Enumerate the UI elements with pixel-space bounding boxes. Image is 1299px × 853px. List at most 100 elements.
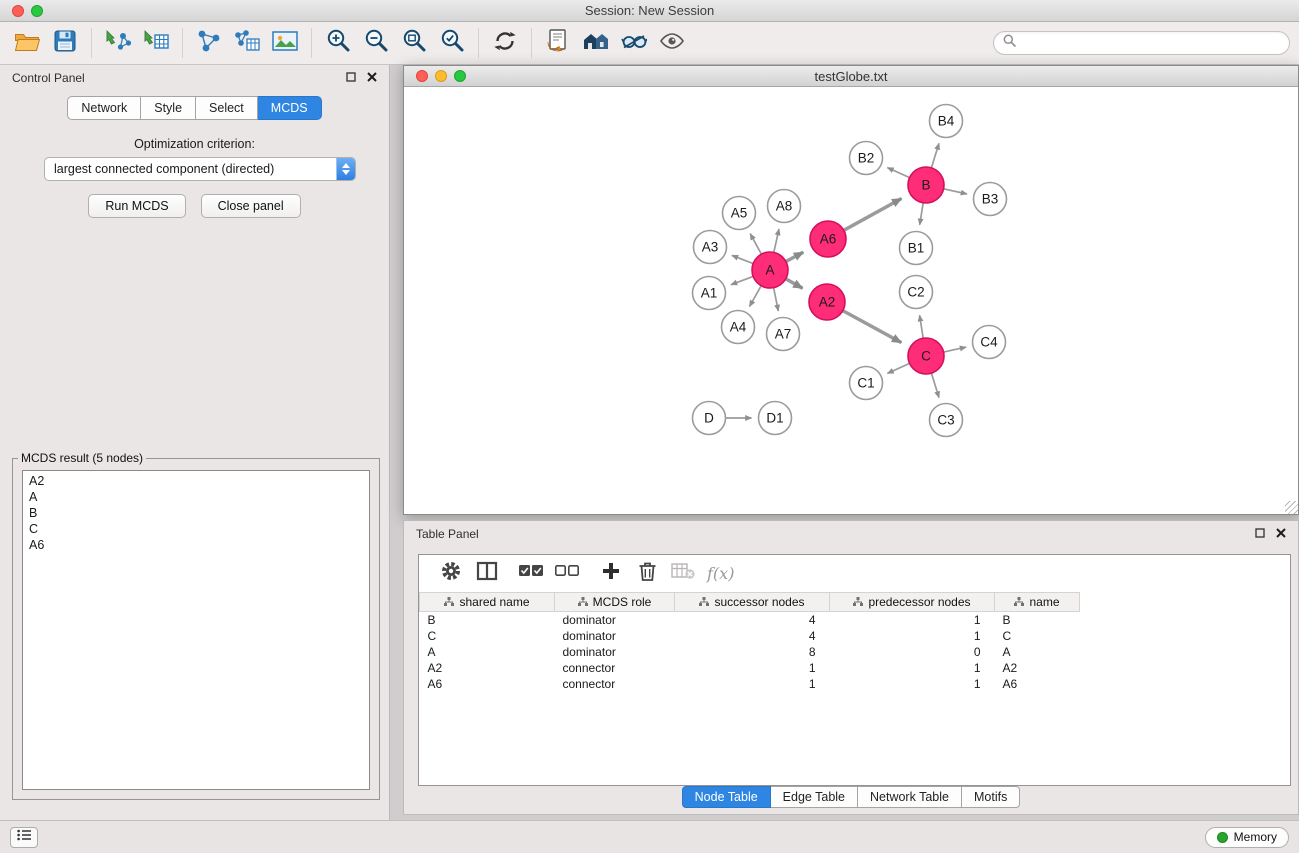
float-panel-icon[interactable] (346, 71, 356, 85)
network-node-C3[interactable]: C3 (930, 404, 963, 437)
home-button[interactable] (577, 26, 615, 60)
network-node-A1[interactable]: A1 (693, 277, 726, 310)
mcds-result-item[interactable]: B (29, 505, 363, 521)
mcds-result-item[interactable]: A (29, 489, 363, 505)
memory-button[interactable]: Memory (1205, 827, 1289, 848)
network-node-C2[interactable]: C2 (900, 276, 933, 309)
network-edge-B-B2[interactable] (887, 168, 909, 178)
mcds-result-item[interactable]: A6 (29, 537, 363, 553)
network-edge-C-C3[interactable] (931, 373, 939, 397)
float-panel-icon[interactable] (1255, 527, 1265, 541)
create-column-button[interactable] (593, 559, 629, 589)
function-builder-button[interactable]: f(x) (707, 564, 734, 583)
open-session-button[interactable] (8, 26, 46, 60)
column-header-predecessor-nodes[interactable]: predecessor nodes (830, 593, 995, 612)
network-edge-A-A8[interactable] (774, 229, 779, 252)
import-network-button[interactable] (99, 26, 137, 60)
zoom-fit-button[interactable] (395, 26, 433, 60)
table-row[interactable]: Bdominator41B (420, 612, 1080, 628)
close-window-button[interactable] (12, 5, 24, 17)
network-edge-A-A3[interactable] (732, 255, 753, 263)
network-close-button[interactable] (416, 70, 428, 82)
network-node-A2[interactable]: A2 (809, 284, 845, 320)
network-node-D[interactable]: D (693, 402, 726, 435)
delete-column-button[interactable] (629, 559, 665, 589)
open-document-button[interactable] (539, 26, 577, 60)
network-graph[interactable]: B4B2BB3A5A8A6A3B1AA1C2A2A4A7C4CC1C3DD1 (404, 87, 1298, 514)
network-edge-B-B4[interactable] (931, 143, 939, 167)
column-header-name[interactable]: name (995, 593, 1080, 612)
run-mcds-button[interactable]: Run MCDS (88, 194, 185, 218)
table-row[interactable]: Cdominator41C (420, 628, 1080, 644)
criterion-dropdown[interactable]: largest connected component (directed) (44, 157, 356, 181)
import-table-button[interactable] (137, 26, 175, 60)
new-network-button[interactable] (190, 26, 228, 60)
network-node-A5[interactable]: A5 (723, 197, 756, 230)
close-panel-icon[interactable] (367, 71, 377, 85)
resize-grip[interactable] (1285, 501, 1298, 514)
network-node-C1[interactable]: C1 (850, 367, 883, 400)
close-panel-icon[interactable] (1276, 527, 1286, 541)
search-input[interactable] (1022, 36, 1280, 50)
show-analyzer-button[interactable] (653, 26, 691, 60)
zoom-in-button[interactable] (319, 26, 357, 60)
table-row[interactable]: A6connector11A6 (420, 676, 1080, 692)
network-minimize-button[interactable] (435, 70, 447, 82)
network-node-B3[interactable]: B3 (974, 183, 1007, 216)
column-header-shared-name[interactable]: shared name (420, 593, 555, 612)
network-node-A[interactable]: A (752, 252, 788, 288)
network-window-titlebar[interactable]: testGlobe.txt (404, 66, 1298, 87)
show-columns-button[interactable] (469, 559, 505, 589)
network-node-A3[interactable]: A3 (694, 231, 727, 264)
network-edge-A-A2[interactable] (786, 279, 803, 289)
network-canvas[interactable]: B4B2BB3A5A8A6A3B1AA1C2A2A4A7C4CC1C3DD1 (404, 87, 1298, 514)
tab-network[interactable]: Network (67, 96, 141, 120)
table-tab-network-table[interactable]: Network Table (858, 786, 962, 808)
network-node-C[interactable]: C (908, 338, 944, 374)
delete-table-button[interactable] (665, 559, 701, 589)
close-panel-button[interactable]: Close panel (201, 194, 301, 218)
select-all-button[interactable] (513, 559, 549, 589)
mcds-result-item[interactable]: A2 (29, 473, 363, 489)
network-edge-C-C2[interactable] (920, 315, 924, 338)
network-node-A8[interactable]: A8 (768, 190, 801, 223)
column-header-MCDS-role[interactable]: MCDS role (555, 593, 675, 612)
network-edge-A-A6[interactable] (786, 252, 803, 261)
network-node-C4[interactable]: C4 (973, 326, 1006, 359)
toolbar-search[interactable] (993, 31, 1290, 55)
network-edge-C-C4[interactable] (944, 347, 967, 352)
tab-style[interactable]: Style (141, 96, 196, 120)
network-edge-A-A7[interactable] (774, 288, 779, 311)
table-settings-button[interactable] (433, 559, 469, 589)
column-header-successor-nodes[interactable]: successor nodes (675, 593, 830, 612)
apply-layout-button[interactable] (486, 26, 524, 60)
deselect-all-button[interactable] (549, 559, 585, 589)
network-node-B2[interactable]: B2 (850, 142, 883, 175)
network-edge-A-A4[interactable] (750, 286, 762, 307)
save-session-button[interactable] (46, 26, 84, 60)
network-node-A7[interactable]: A7 (767, 318, 800, 351)
network-zoom-button[interactable] (454, 70, 466, 82)
table-tab-motifs[interactable]: Motifs (962, 786, 1020, 808)
network-edge-A-A1[interactable] (731, 276, 753, 284)
network-node-A4[interactable]: A4 (722, 311, 755, 344)
tab-select[interactable]: Select (196, 96, 258, 120)
new-table-button[interactable] (228, 26, 266, 60)
network-edge-B-B1[interactable] (920, 203, 924, 225)
zoom-selected-button[interactable] (433, 26, 471, 60)
table-tab-node-table[interactable]: Node Table (682, 786, 771, 808)
task-history-button[interactable] (10, 827, 38, 848)
network-node-D1[interactable]: D1 (759, 402, 792, 435)
table-tab-edge-table[interactable]: Edge Table (771, 786, 858, 808)
export-image-button[interactable] (266, 26, 304, 60)
network-node-B4[interactable]: B4 (930, 105, 963, 138)
tab-mcds[interactable]: MCDS (258, 96, 322, 120)
network-edge-C-C1[interactable] (887, 363, 909, 373)
network-edge-A-A5[interactable] (750, 234, 761, 255)
hide-analyzer-button[interactable] (615, 26, 653, 60)
network-edge-A6-B[interactable] (844, 199, 902, 231)
table-row[interactable]: A2connector11A2 (420, 660, 1080, 676)
network-node-B[interactable]: B (908, 167, 944, 203)
network-node-B1[interactable]: B1 (900, 232, 933, 265)
fullscreen-window-button[interactable] (31, 5, 43, 17)
